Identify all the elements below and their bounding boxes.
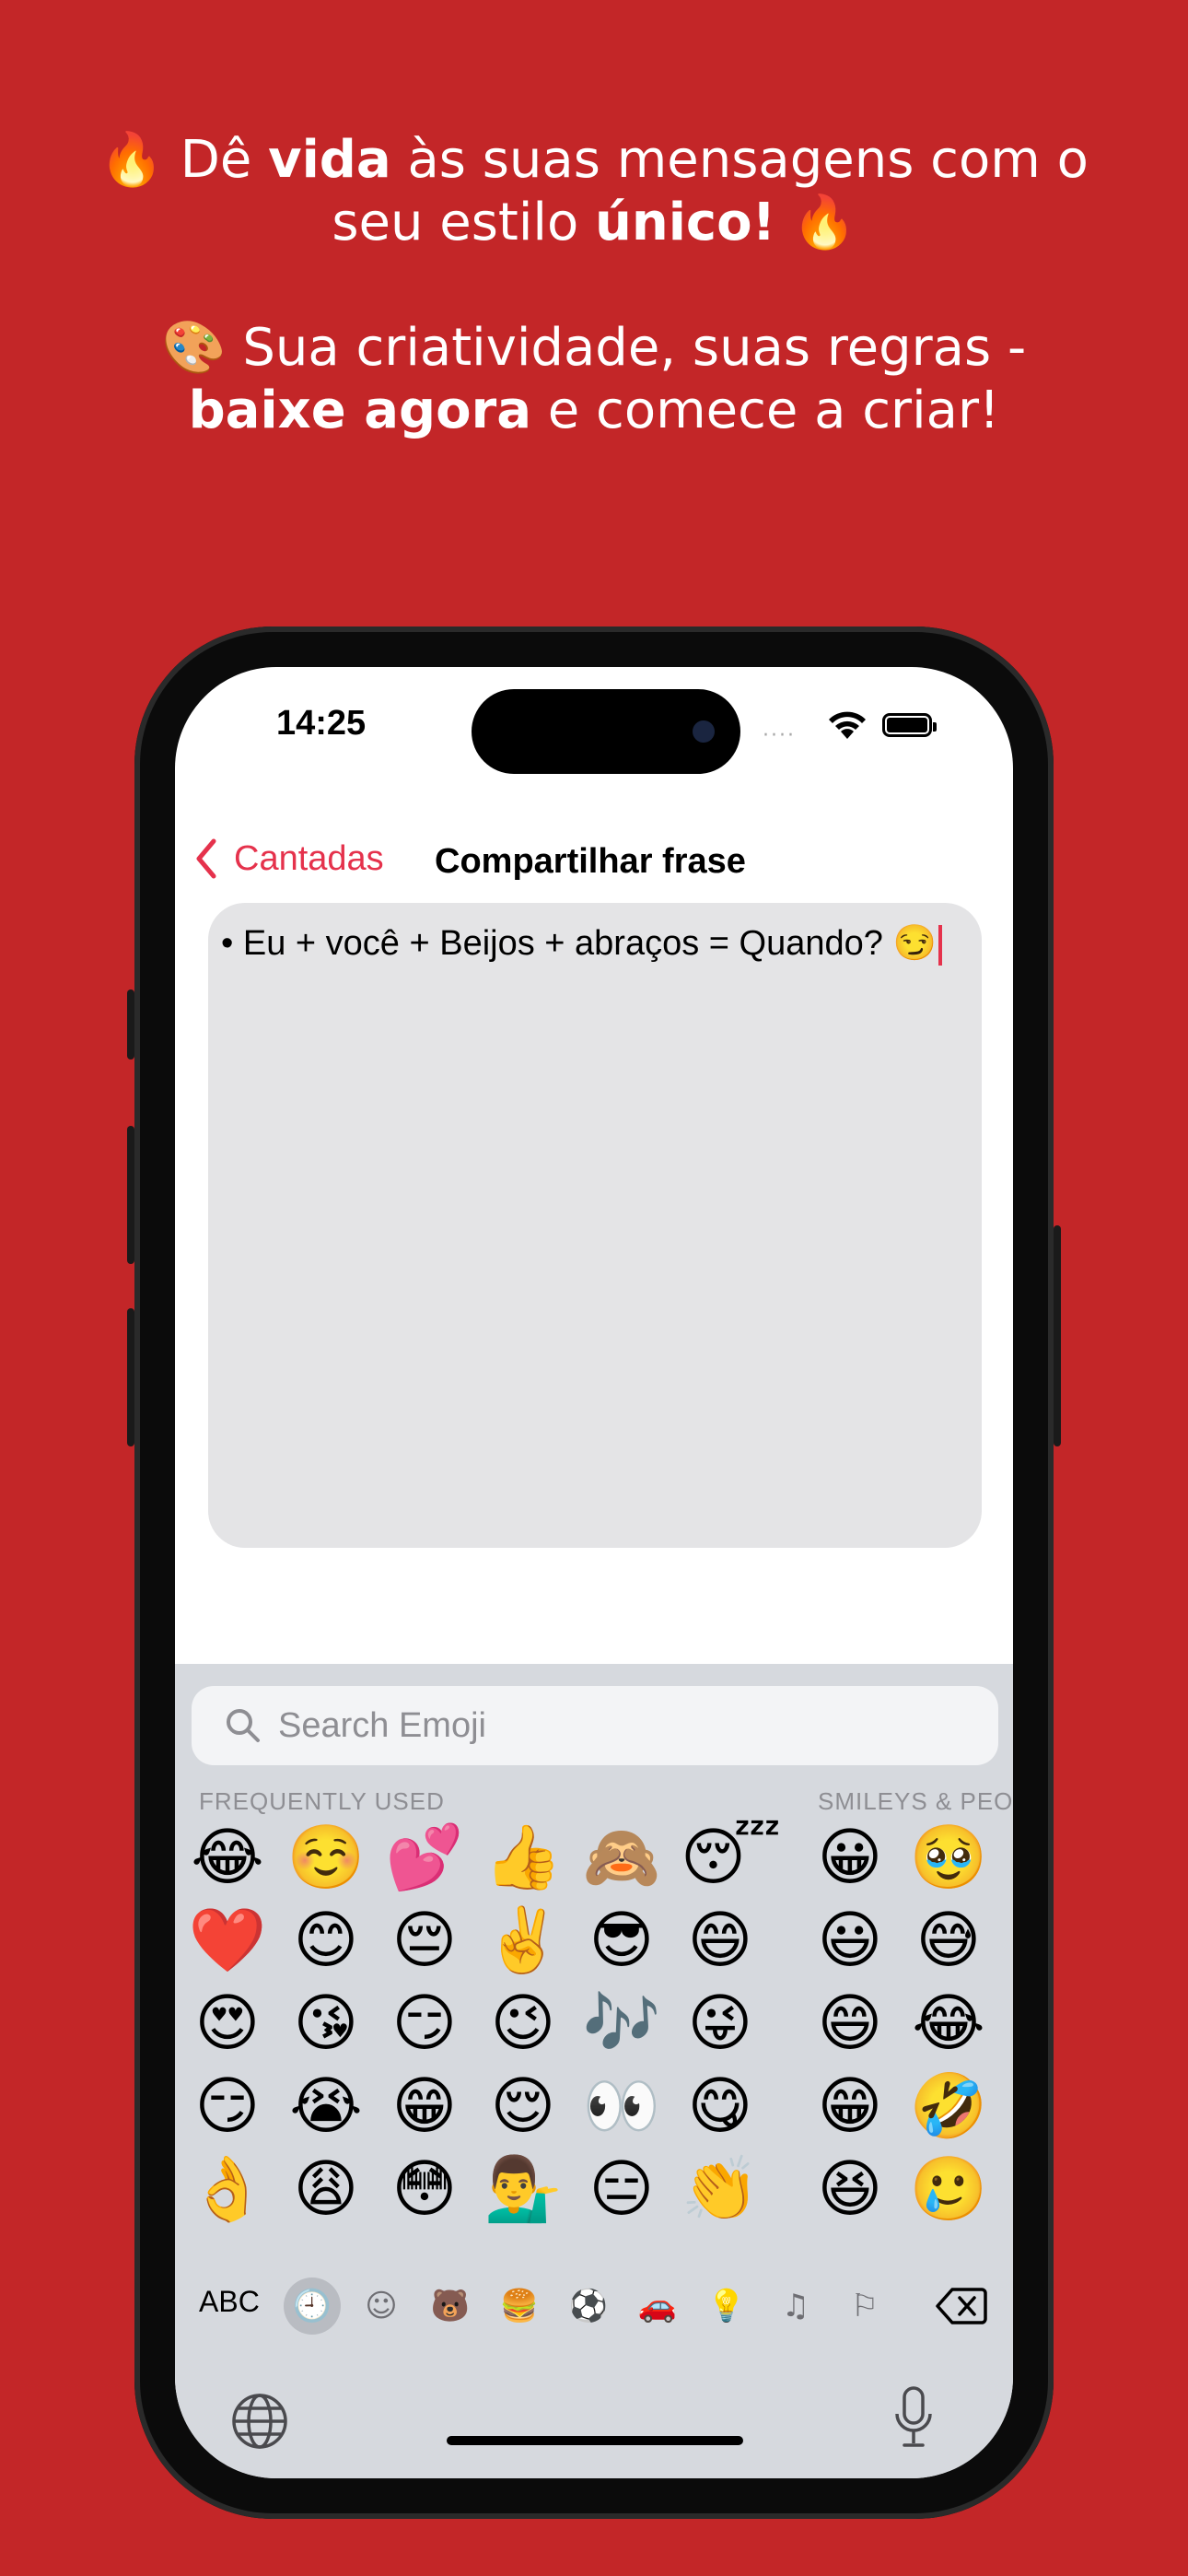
delete-icon[interactable] — [936, 2287, 987, 2325]
camera-icon — [693, 720, 715, 743]
promo-line-2: seu estilo único! 🔥 — [332, 193, 856, 252]
flag-icon[interactable]: ⚐ — [836, 2277, 893, 2335]
emoji-key[interactable]: 👏 — [681, 2150, 760, 2230]
promo-text: 🔥 Dê vida às suas mensagens com o seu es… — [0, 129, 1188, 442]
emoji-key[interactable]: 😍 — [188, 1985, 267, 2064]
abc-button[interactable]: ABC — [199, 2285, 260, 2319]
emoji-key[interactable]: 😩 — [286, 2150, 366, 2230]
power-button — [1054, 1225, 1061, 1446]
nav-bar: Cantadas Compartilhar frase — [175, 824, 1013, 897]
emoji-key[interactable]: 😴 — [681, 1819, 781, 1898]
emoji-key[interactable]: 😭 — [286, 2067, 366, 2147]
phrase-text-area[interactable]: • Eu + você + Beijos + abraços = Quando?… — [208, 903, 982, 1548]
emoji-key[interactable]: 😆 — [810, 2150, 890, 2230]
emoji-key[interactable]: 🥹 — [909, 1819, 988, 1898]
phone-frame: 14:25 ···· Cantadas Compartilhar frase •… — [127, 626, 1061, 2519]
fire-icon: 🔥 — [99, 130, 164, 190]
emoji-key[interactable]: 😁 — [385, 2067, 464, 2147]
emoji-key[interactable]: 😊 — [286, 1902, 366, 1981]
emoji-key[interactable]: 💕 — [385, 1819, 464, 1898]
ball-icon[interactable]: ⚽ — [560, 2277, 617, 2335]
globe-icon[interactable] — [230, 2392, 289, 2451]
home-indicator[interactable] — [447, 2436, 743, 2445]
section-label-frequent: FREQUENTLY USED — [199, 1787, 445, 1815]
emoji-key[interactable]: 🥲 — [909, 2150, 988, 2230]
emoji-key[interactable]: 👌 — [188, 2150, 267, 2230]
back-button[interactable]: Cantadas — [193, 833, 384, 884]
smiley-icon[interactable]: ☺ — [353, 2277, 410, 2335]
emoji-key[interactable]: 😅 — [909, 1902, 988, 1981]
bear-icon[interactable]: 🐻 — [422, 2277, 479, 2335]
emoji-key[interactable]: 👍 — [483, 1819, 563, 1898]
chevron-left-icon — [196, 838, 216, 879]
emoji-key[interactable]: 🙈 — [582, 1819, 661, 1898]
battery-icon — [882, 713, 937, 737]
emoji-key[interactable]: 😁 — [810, 2067, 890, 2147]
emoji-key[interactable]: 😀 — [810, 1819, 890, 1898]
promo-line-4: baixe agora e comece a criar! — [188, 381, 1000, 440]
search-icon — [227, 1709, 260, 1742]
status-time: 14:25 — [276, 704, 367, 743]
back-label: Cantadas — [234, 838, 384, 878]
emoji-key[interactable]: 😎 — [582, 1902, 661, 1981]
emoji-key[interactable]: 😂 — [188, 1819, 267, 1898]
microphone-icon[interactable] — [891, 2384, 936, 2451]
emoji-key[interactable]: 😔 — [385, 1902, 464, 1981]
emoji-key[interactable]: ☺️ — [286, 1819, 366, 1898]
signal-icon: ···· — [763, 724, 796, 747]
emoji-key[interactable]: 😳 — [385, 2150, 464, 2230]
emoji-key[interactable]: ✌️ — [483, 1902, 563, 1981]
emoji-key[interactable]: 😜 — [681, 1985, 760, 2064]
emoji-search-input[interactable]: Search Emoji — [192, 1686, 998, 1765]
promo-line-3: 🎨 Sua criatividade, suas regras - — [161, 318, 1027, 378]
section-label-smileys: SMILEYS & PEO — [818, 1787, 1013, 1815]
dynamic-island — [472, 689, 740, 774]
emoji-key[interactable]: 😏 — [385, 1985, 464, 2064]
bulb-icon[interactable]: 💡 — [698, 2277, 755, 2335]
emoji-key[interactable]: 💁‍♂️ — [483, 2150, 563, 2230]
emoji-key[interactable]: 🤣 — [909, 2067, 988, 2147]
emoji-key[interactable]: 😘 — [286, 1985, 366, 2064]
category-bar: ABC 🕘 ☺ 🐻 🍔 ⚽ 🚗 💡 ♫ ⚐ — [175, 2268, 1013, 2342]
promo-line-1: 🔥 Dê vida às suas mensagens com o — [99, 130, 1089, 190]
fire-icon: 🔥 — [775, 193, 856, 252]
car-icon[interactable]: 🚗 — [629, 2277, 686, 2335]
emoji-key[interactable]: 😋 — [681, 2067, 760, 2147]
food-icon[interactable]: 🍔 — [491, 2277, 548, 2335]
emoji-keyboard: Search Emoji FREQUENTLY USED SMILEYS & P… — [175, 1664, 1013, 2478]
emoji-key[interactable]: 😃 — [810, 1902, 890, 1981]
emoji-key[interactable]: 😉 — [483, 1985, 563, 2064]
status-icons: ···· — [763, 708, 947, 747]
emoji-key[interactable]: 👀 — [582, 2067, 661, 2147]
symbols-icon[interactable]: ♫ — [767, 2277, 824, 2335]
clock-icon[interactable]: 🕘 — [284, 2277, 341, 2335]
emoji-key[interactable]: 😌 — [483, 2067, 563, 2147]
volume-up-button — [127, 1126, 134, 1264]
emoji-key[interactable]: 😑 — [582, 2150, 661, 2230]
emoji-grid: 😂 ☺️ 💕 👍 🙈 😴 😀 🥹 ❤️ 😊 😔 ✌️ 😎 😄 😃 😅 😍 😘 😏 😉 🎶 😜 😄 😂 😏 😭 😁 😌 👀 😋 😁 🤣 👌 😩 😳 💁‍… — [175, 1819, 1013, 2242]
emoji-key[interactable]: 😏 — [188, 2067, 267, 2147]
emoji-key[interactable]: 🎶 — [582, 1985, 661, 2064]
wifi-icon — [829, 711, 866, 739]
silent-switch — [127, 989, 134, 1060]
emoji-key[interactable]: 😄 — [681, 1902, 760, 1981]
emoji-key[interactable]: 😄 — [810, 1985, 890, 2064]
phrase-text: • Eu + você + Beijos + abraços = Quando?… — [221, 924, 937, 963]
emoji-key[interactable]: 😂 — [909, 1985, 988, 2064]
volume-down-button — [127, 1308, 134, 1446]
palette-icon: 🎨 — [161, 318, 227, 378]
page-title: Compartilhar frase — [435, 842, 746, 881]
text-cursor — [938, 924, 942, 966]
search-placeholder: Search Emoji — [278, 1705, 486, 1745]
screen: 14:25 ···· Cantadas Compartilhar frase •… — [175, 667, 1013, 2478]
emoji-key[interactable]: ❤️ — [188, 1902, 267, 1981]
